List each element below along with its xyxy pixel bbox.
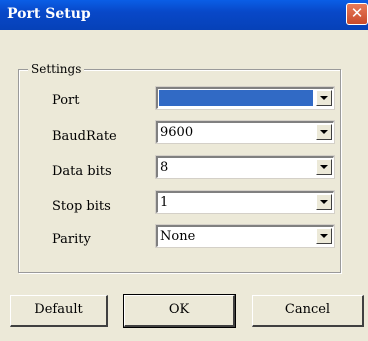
stop-bits-combobox[interactable]: 1 — [155, 190, 335, 214]
cancel-button[interactable]: Cancel — [252, 295, 364, 327]
close-icon[interactable]: ✕ — [346, 3, 368, 25]
chevron-down-icon[interactable] — [316, 124, 332, 140]
title-bar[interactable]: Port Setup ✕ — [0, 0, 368, 30]
ok-button[interactable]: OK — [123, 294, 236, 328]
chevron-down-icon[interactable] — [316, 159, 332, 175]
parity-label: Parity — [52, 232, 91, 247]
settings-legend: Settings — [28, 62, 85, 76]
baudrate-value: 9600 — [160, 125, 194, 140]
data-bits-combobox[interactable]: 8 — [155, 155, 335, 179]
window-title: Port Setup — [7, 6, 91, 22]
chevron-down-icon[interactable] — [316, 194, 332, 210]
port-combobox[interactable] — [155, 86, 335, 110]
parity-combobox[interactable]: None — [155, 224, 335, 248]
default-button[interactable]: Default — [10, 295, 108, 327]
port-value — [159, 90, 313, 106]
baudrate-label: BaudRate — [52, 129, 117, 144]
baudrate-combobox[interactable]: 9600 — [155, 120, 335, 144]
stop-bits-label: Stop bits — [52, 199, 111, 214]
data-bits-label: Data bits — [52, 164, 112, 179]
parity-value: None — [160, 229, 196, 244]
port-label: Port — [52, 93, 80, 108]
chevron-down-icon[interactable] — [316, 90, 332, 106]
port-setup-dialog: Port Setup ✕ Settings Port BaudRate 9600… — [0, 0, 368, 341]
data-bits-value: 8 — [160, 160, 169, 175]
chevron-down-icon[interactable] — [316, 228, 332, 244]
stop-bits-value: 1 — [160, 195, 169, 210]
